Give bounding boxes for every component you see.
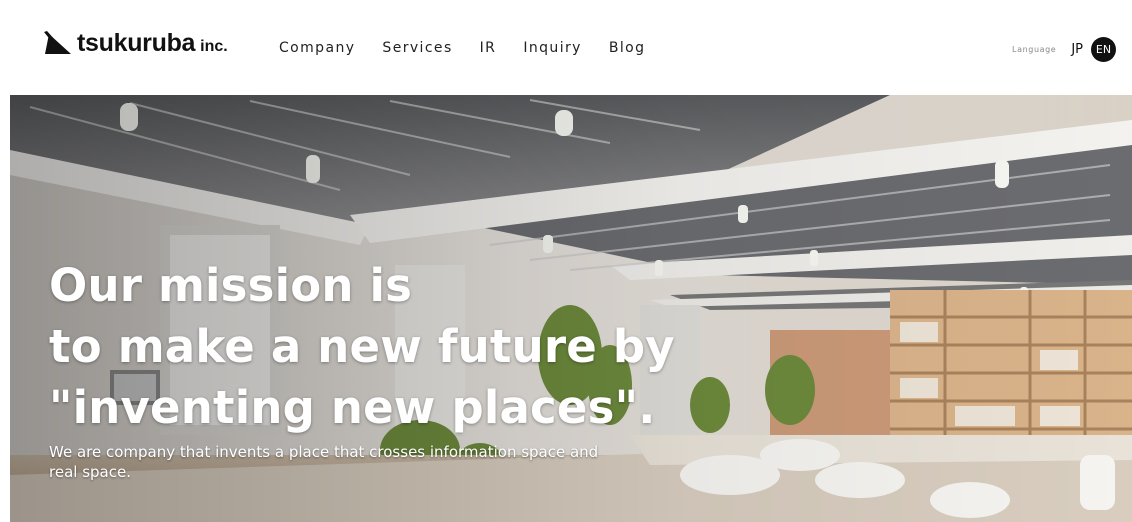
language-label: Language bbox=[1012, 45, 1057, 54]
language-switcher: Language JP EN bbox=[1012, 37, 1116, 62]
nav-inquiry[interactable]: Inquiry bbox=[523, 40, 582, 56]
nav-services[interactable]: Services bbox=[382, 40, 452, 56]
main-nav: Company Services IR Inquiry Blog bbox=[279, 40, 672, 56]
hero-section: Our mission is to make a new future by "… bbox=[10, 95, 1132, 522]
language-en-button[interactable]: EN bbox=[1091, 37, 1116, 62]
site-header: tsukuruba inc. Company Services IR Inqui… bbox=[0, 0, 1132, 95]
logo-suffix: inc. bbox=[200, 38, 228, 55]
nav-blog[interactable]: Blog bbox=[609, 40, 646, 56]
hero-heading: Our mission is to make a new future by "… bbox=[49, 255, 675, 438]
logo-triangle-icon bbox=[44, 31, 71, 54]
hero-subtitle: We are company that invents a place that… bbox=[49, 443, 599, 481]
hero-heading-line-3: "inventing new places". bbox=[49, 381, 656, 434]
language-jp-button[interactable]: JP bbox=[1071, 42, 1083, 57]
nav-ir[interactable]: IR bbox=[480, 40, 497, 56]
site-logo[interactable]: tsukuruba inc. bbox=[43, 30, 228, 56]
hero-heading-line-1: Our mission is bbox=[49, 259, 413, 312]
nav-company[interactable]: Company bbox=[279, 40, 355, 56]
hero-heading-line-2: to make a new future by bbox=[49, 320, 675, 373]
logo-wordmark: tsukuruba bbox=[77, 29, 196, 57]
